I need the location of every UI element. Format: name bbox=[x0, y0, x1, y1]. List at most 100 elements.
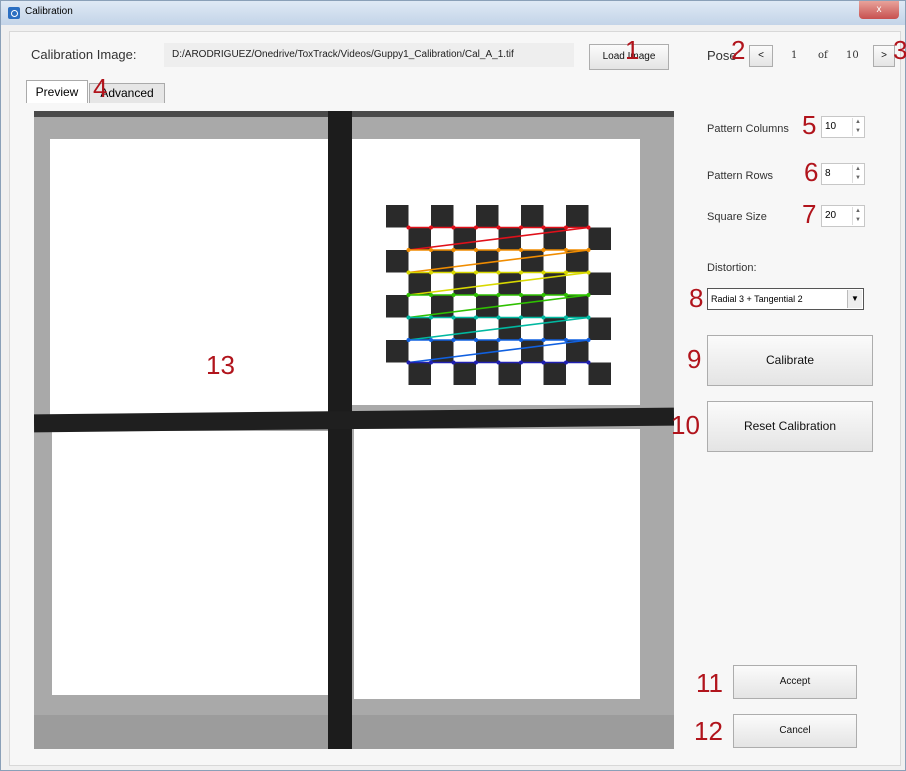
close-button[interactable]: x bbox=[859, 1, 899, 19]
pattern-columns-spinbox[interactable]: 10 ▲ ▼ bbox=[821, 116, 865, 138]
corner-point bbox=[564, 315, 568, 320]
calibrate-button[interactable]: Calibrate bbox=[707, 335, 873, 386]
corner-point bbox=[519, 338, 523, 342]
corner-point bbox=[564, 225, 568, 230]
checker-square bbox=[498, 362, 521, 385]
marker-12: 12 bbox=[694, 716, 723, 746]
cancel-button[interactable]: Cancel bbox=[733, 714, 857, 748]
corner-point bbox=[586, 270, 591, 275]
corner-point bbox=[474, 338, 478, 342]
spin-down-icon[interactable]: ▼ bbox=[853, 127, 863, 136]
corner-point bbox=[541, 293, 546, 297]
pattern-rows-spinbox[interactable]: 8 ▲ ▼ bbox=[821, 163, 865, 185]
corner-point bbox=[451, 293, 456, 297]
corner-point bbox=[429, 360, 433, 365]
app-icon bbox=[8, 7, 20, 19]
distortion-label: Distortion: bbox=[707, 262, 757, 274]
checker-square bbox=[566, 250, 589, 273]
marker-5: 5 bbox=[802, 110, 817, 140]
checker-square bbox=[386, 250, 409, 273]
checker-square bbox=[408, 317, 431, 340]
corner-point bbox=[406, 293, 411, 297]
corner-point bbox=[406, 315, 411, 320]
checker-square bbox=[521, 295, 544, 318]
corner-point bbox=[564, 360, 568, 365]
accept-button[interactable]: Accept bbox=[733, 665, 857, 699]
corner-point bbox=[406, 270, 411, 275]
corner-point bbox=[451, 315, 456, 320]
spin-down-icon[interactable]: ▼ bbox=[853, 174, 863, 183]
corner-point bbox=[429, 338, 433, 342]
image-path-field[interactable]: D:/ARODRIGUEZ/Onedrive/ToxTrack/Videos/G… bbox=[164, 43, 574, 67]
corner-point bbox=[429, 248, 433, 252]
corner-point bbox=[474, 360, 478, 365]
corner-point bbox=[451, 360, 456, 365]
checker-square bbox=[386, 205, 409, 228]
spin-up-icon[interactable]: ▲ bbox=[853, 118, 863, 127]
corner-point bbox=[541, 338, 546, 342]
checker-square bbox=[566, 295, 589, 318]
checker-square bbox=[453, 317, 476, 340]
pattern-columns-label: Pattern Columns bbox=[707, 123, 789, 135]
corner-point bbox=[541, 360, 546, 365]
corner-point bbox=[496, 248, 501, 252]
corner-point bbox=[451, 225, 456, 230]
corner-point bbox=[519, 248, 523, 252]
pose-total: 10 bbox=[846, 50, 859, 61]
pose-of: of bbox=[818, 50, 828, 61]
spin-down-icon[interactable]: ▼ bbox=[853, 216, 863, 225]
corner-point bbox=[474, 270, 478, 275]
marker-11: 11 bbox=[696, 668, 723, 698]
corner-point bbox=[429, 293, 433, 297]
marker-13: 13 bbox=[206, 350, 235, 380]
distortion-value: Radial 3 + Tangential 2 bbox=[711, 294, 803, 304]
checker-square bbox=[566, 340, 589, 363]
corner-point bbox=[586, 360, 591, 365]
distortion-select[interactable]: Radial 3 + Tangential 2 ▼ bbox=[707, 288, 864, 310]
checker-square bbox=[588, 272, 611, 295]
corner-point bbox=[429, 270, 433, 275]
reset-calibration-button[interactable]: Reset Calibration bbox=[707, 401, 873, 452]
corner-point bbox=[406, 338, 411, 342]
previous-pose-button[interactable]: < bbox=[749, 45, 773, 67]
checker-square bbox=[453, 362, 476, 385]
checker-square bbox=[588, 317, 611, 340]
corner-point bbox=[586, 315, 591, 320]
marker-9: 9 bbox=[687, 344, 702, 374]
corner-point bbox=[474, 293, 478, 297]
marker-7: 7 bbox=[802, 199, 817, 229]
square-size-spinbox[interactable]: 20 ▲ ▼ bbox=[821, 205, 865, 227]
checker-square bbox=[386, 340, 409, 363]
corner-point bbox=[474, 315, 478, 320]
corner-point bbox=[586, 225, 591, 230]
corner-point bbox=[406, 248, 411, 252]
checker-square bbox=[453, 272, 476, 295]
checker-square bbox=[588, 227, 611, 250]
corner-point bbox=[519, 360, 523, 365]
corner-point bbox=[519, 293, 523, 297]
tab-preview[interactable]: Preview bbox=[26, 80, 88, 103]
calibration-image-label: Calibration Image: bbox=[31, 47, 137, 62]
corner-point bbox=[451, 248, 456, 252]
corner-point bbox=[496, 315, 501, 320]
corner-point bbox=[496, 360, 501, 365]
corner-point bbox=[541, 315, 546, 320]
corner-point bbox=[451, 338, 456, 342]
checker-square bbox=[566, 205, 589, 228]
spin-up-icon[interactable]: ▲ bbox=[853, 165, 863, 174]
square-size-value: 20 bbox=[825, 210, 837, 221]
calibration-preview-image bbox=[34, 111, 674, 749]
corner-point bbox=[406, 360, 411, 365]
marker-10: 10 bbox=[671, 410, 700, 440]
corner-point bbox=[519, 315, 523, 320]
spin-up-icon[interactable]: ▲ bbox=[853, 207, 863, 216]
checker-square bbox=[408, 272, 431, 295]
corner-point bbox=[519, 225, 523, 230]
checker-square bbox=[543, 362, 566, 385]
preview-canvas bbox=[34, 111, 674, 749]
next-pose-button[interactable]: > bbox=[873, 45, 895, 67]
corner-point bbox=[406, 225, 411, 230]
checker-square bbox=[386, 295, 409, 318]
corner-point bbox=[496, 270, 501, 275]
checker-square bbox=[521, 250, 544, 273]
